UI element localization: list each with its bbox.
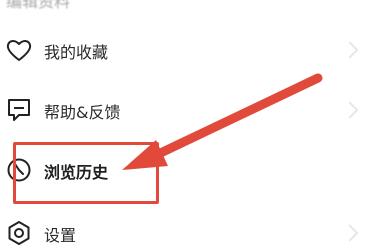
partial-header: 编辑资料 bbox=[6, 0, 71, 11]
chevron-right-icon bbox=[341, 101, 359, 119]
menu-item-help-feedback[interactable]: 帮助&反馈 bbox=[0, 84, 370, 136]
chevron-right-icon bbox=[341, 41, 359, 59]
menu-item-label: 设置 bbox=[44, 226, 77, 245]
heart-icon bbox=[5, 36, 33, 64]
chevron-right-icon bbox=[341, 224, 359, 242]
annotation-highlight-box bbox=[13, 142, 159, 204]
menu-item-label: 我的收藏 bbox=[44, 43, 109, 62]
screen: 编辑资料 我的收藏 帮助&反馈 浏览历史 设置 bbox=[0, 0, 370, 250]
menu-item-settings[interactable]: 设置 bbox=[0, 206, 370, 250]
message-square-icon bbox=[5, 96, 33, 124]
gear-icon bbox=[5, 219, 33, 247]
menu-item-label: 帮助&反馈 bbox=[44, 103, 121, 122]
menu-item-favorites[interactable]: 我的收藏 bbox=[0, 24, 370, 76]
